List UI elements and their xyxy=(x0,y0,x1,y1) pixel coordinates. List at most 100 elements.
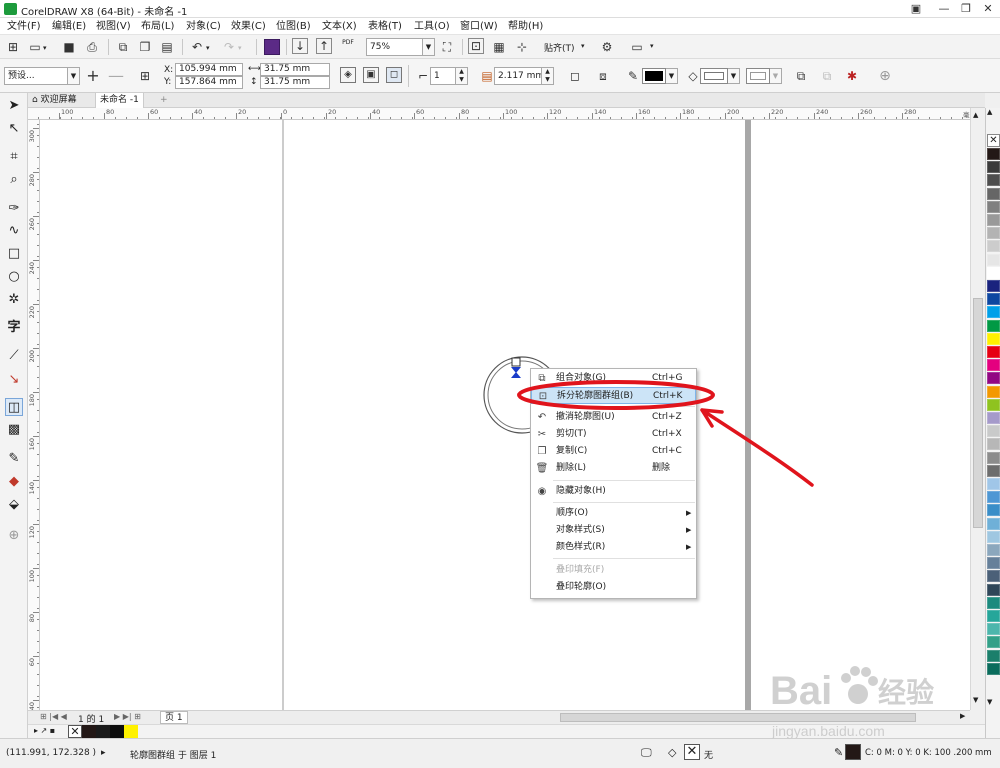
preset-dropdown-icon[interactable]: ▼ xyxy=(68,67,80,85)
menu-effects[interactable]: 效果(C) xyxy=(231,19,266,34)
launcher-dropdown-icon[interactable]: ▾ xyxy=(650,42,654,50)
page-area[interactable] xyxy=(40,120,985,710)
save-icon[interactable]: ■ xyxy=(60,38,78,56)
palette-swatch[interactable] xyxy=(987,438,1000,451)
add-tool-icon[interactable]: ⊕ xyxy=(5,527,23,545)
palette-swatch[interactable] xyxy=(987,570,1000,583)
snap-dropdown-icon[interactable]: ▾ xyxy=(581,42,585,50)
palette-swatch[interactable] xyxy=(987,319,1000,332)
paste-icon[interactable]: ▤ xyxy=(158,38,176,56)
palette-swatch[interactable] xyxy=(987,517,1000,530)
menu-edit[interactable]: 编辑(E) xyxy=(52,19,86,34)
clear-effect-icon[interactable]: ✱ xyxy=(843,67,861,85)
palette-swatch[interactable] xyxy=(987,148,1000,160)
menu-table[interactable]: 表格(T) xyxy=(368,19,402,34)
context-menu-item[interactable]: 🗑 删除(L) 删除 xyxy=(531,460,696,477)
palette-swatch[interactable] xyxy=(987,227,1000,240)
artistic-media-tool-icon[interactable]: ∿ xyxy=(5,222,23,240)
menu-tools[interactable]: 工具(O) xyxy=(414,19,450,34)
steps-spinner-icon[interactable]: ▲ ▼ xyxy=(456,67,468,85)
copy-contour-icon[interactable]: ⧉ xyxy=(792,67,810,85)
new-tab-button[interactable]: + xyxy=(156,93,172,108)
palette-swatch[interactable] xyxy=(987,544,1000,556)
rectangle-tool-icon[interactable]: □ xyxy=(5,245,23,263)
palette-swatch[interactable] xyxy=(987,372,1000,385)
color-proof-icon[interactable]: 🖵 xyxy=(641,746,652,760)
contour-corners-icon[interactable]: ◻ xyxy=(566,67,584,85)
parallel-dimension-tool-icon[interactable]: ⟋ xyxy=(5,347,23,365)
palette-swatch[interactable] xyxy=(987,174,1000,187)
restore-button[interactable]: ❐ xyxy=(956,1,976,17)
connector-tool-icon[interactable]: ↘ xyxy=(5,371,23,389)
ellipse-tool-icon[interactable]: ○ xyxy=(5,268,23,286)
show-grid-icon[interactable]: ▦ xyxy=(490,38,508,56)
contour-steps-field[interactable]: 1 xyxy=(430,67,456,85)
palette-swatch[interactable] xyxy=(987,596,1000,609)
menu-object[interactable]: 对象(C) xyxy=(186,19,221,34)
context-menu-item[interactable]: 叠印轮廓(O) xyxy=(531,579,696,596)
width-field[interactable]: 31.75 mm xyxy=(260,63,330,76)
undo-icon[interactable]: ↶ xyxy=(188,38,206,56)
palette-swatch[interactable] xyxy=(987,280,1000,292)
snap-to-dropdown[interactable]: 贴齐(T) xyxy=(544,41,575,54)
fill-color-dropdown-icon[interactable]: ▼ xyxy=(728,68,740,84)
tab-welcome-screen[interactable]: ⌂ 欢迎屏幕 xyxy=(28,93,81,108)
application-launcher-icon[interactable]: ▭ xyxy=(628,38,646,56)
palette-swatch[interactable] xyxy=(987,478,1000,490)
add-toolbar-icon[interactable]: ⊕ xyxy=(876,67,894,85)
palette-swatch[interactable] xyxy=(987,412,1000,424)
eyedropper-tool-icon[interactable]: ✎ xyxy=(5,450,23,468)
doc-swatch-black[interactable] xyxy=(82,725,96,738)
palette-swatch[interactable] xyxy=(987,332,1000,345)
print-icon[interactable]: ⎙ xyxy=(83,38,101,56)
doc-swatch-darker[interactable] xyxy=(110,725,124,738)
palette-swatch[interactable] xyxy=(987,398,1000,411)
crop-tool-icon[interactable]: ⌗ xyxy=(5,148,23,166)
contour-start-handle[interactable] xyxy=(511,357,521,367)
palette-swatch[interactable] xyxy=(987,253,1000,266)
options-gear-icon[interactable]: ⚙ xyxy=(598,38,616,56)
doc-swatch-dark[interactable] xyxy=(96,725,110,738)
palette-swatch[interactable] xyxy=(987,359,1000,372)
fill-color-swatch[interactable] xyxy=(700,68,728,84)
vertical-scroll-thumb[interactable] xyxy=(973,298,983,528)
text-tool-icon[interactable]: 字 xyxy=(5,319,23,337)
add-preset-icon[interactable]: + xyxy=(84,67,102,85)
page-tab-1[interactable]: 页 1 xyxy=(160,711,188,724)
search-content-icon[interactable] xyxy=(264,39,280,55)
palette-swatch[interactable] xyxy=(987,451,1000,464)
contour-offset-field[interactable]: 2.117 mm xyxy=(494,67,542,85)
palette-swatch[interactable] xyxy=(987,306,1000,319)
x-position-field[interactable]: 105.994 mm xyxy=(175,63,243,76)
doc-palette-arrow-icon[interactable]: ▸ ↗ ▪ xyxy=(34,726,55,735)
contour-tool-icon[interactable]: ◫ xyxy=(5,398,23,416)
object-origin-icon[interactable]: ⊞ xyxy=(136,67,154,85)
context-menu-item[interactable]: ◉ 隐藏对象(H) xyxy=(531,483,696,500)
preset-dropdown[interactable]: 预设... xyxy=(4,67,68,85)
vertical-scrollbar[interactable]: ▲ ▼ xyxy=(970,108,985,710)
palette-swatch[interactable] xyxy=(987,649,1000,662)
undo-dropdown-icon[interactable]: ▾ xyxy=(206,44,210,52)
palette-swatch[interactable] xyxy=(987,610,1000,622)
tab-document[interactable]: 未命名 -1 xyxy=(95,93,144,108)
open-dropdown-icon[interactable]: ▾ xyxy=(43,44,47,52)
close-button[interactable]: ✕ xyxy=(978,1,998,17)
palette-swatch[interactable] xyxy=(987,200,1000,213)
palette-swatch[interactable] xyxy=(987,240,1000,253)
zoom-dropdown-icon[interactable]: ▼ xyxy=(423,38,435,56)
no-fill-swatch-icon[interactable]: ✕ xyxy=(684,744,700,760)
zoom-tool-icon[interactable]: ⌕ xyxy=(5,171,23,189)
smart-fill-tool-icon[interactable]: ⬙ xyxy=(5,496,23,514)
palette-scroll-up-icon[interactable]: ▲ xyxy=(987,108,992,116)
accel-dropdown-icon[interactable]: ▼ xyxy=(770,68,782,84)
drawing-canvas[interactable] xyxy=(40,120,985,710)
minimize-button[interactable]: — xyxy=(934,1,954,17)
context-menu-item[interactable]: ↶ 撤消轮廓图(U) Ctrl+Z xyxy=(531,409,696,426)
context-menu-item[interactable]: ❐ 复制(C) Ctrl+C xyxy=(531,443,696,460)
show-rulers-icon[interactable]: ⊡ xyxy=(468,38,484,54)
y-position-field[interactable]: 157.864 mm xyxy=(175,76,243,89)
page-nav-buttons-icon[interactable]: ⊞ |◀ ◀ xyxy=(40,712,67,721)
polygon-tool-icon[interactable]: ✲ xyxy=(5,291,23,309)
palette-swatch[interactable] xyxy=(987,425,1000,438)
outline-color-dropdown-icon[interactable]: ▼ xyxy=(666,68,678,84)
